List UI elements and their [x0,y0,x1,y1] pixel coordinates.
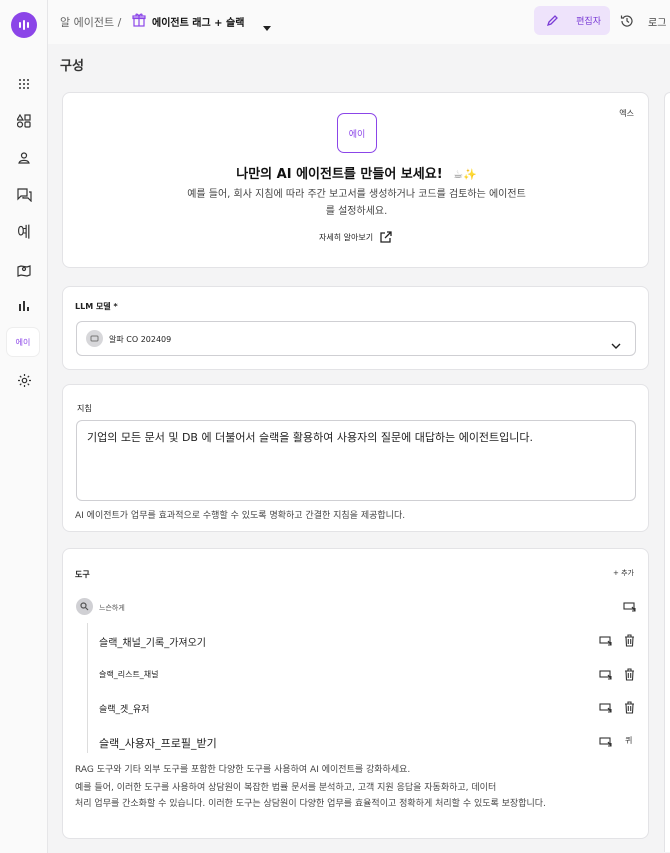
intro-card: 엑스 에이 나만의 AI 에이전트를 만들어 보세요! ☕✨ 예를 들어, 회사… [62,92,649,268]
agent-avatar[interactable]: 에이 [337,113,377,153]
shapes-icon[interactable] [12,109,36,133]
top-bar: 알 에이전트 / 에이전트 래그 + 슬랙 편집자 로그 [48,0,670,44]
intro-corner-action[interactable]: 엑스 [619,108,634,119]
tools-footer-line2: 예를 들어, 이러한 도구를 사용하여 상담원이 복잡한 법률 문서를 분석하고… [75,783,497,793]
sidebar-item-example[interactable]: 예 [12,219,36,243]
instructions-label: 지침 [77,404,92,413]
breadcrumb-root[interactable]: 알 에이전트 / [60,14,121,30]
logo-icon [19,20,29,30]
editor-button-label: 편집자 [576,17,601,27]
tools-label: 도구 [75,570,90,579]
llm-model-card: LLM 모델 * 알파 CO 202409 [62,286,649,370]
tools-footer-line1: RAG 도구와 기타 외부 도구를 포함한 다양한 도구를 사용하여 AI 에이… [75,765,411,775]
instructions-textarea[interactable]: 기업의 모든 문서 및 DB 에 더불어서 슬랙을 활용하여 사용자의 질문에 … [76,420,636,501]
tool-group-name[interactable]: 느슨하게 [99,603,125,613]
side-panel-edge [664,92,670,852]
instructions-card: 지침 기업의 모든 문서 및 DB 에 더불어서 슬랙을 활용하여 사용자의 질… [62,384,649,532]
llm-model-select[interactable]: 알파 CO 202409 [76,321,636,356]
tool-edit-icon[interactable] [599,701,613,715]
add-tool-button[interactable]: + 추가 [613,568,634,578]
tool-edit-icon[interactable] [599,634,613,648]
page-title: 구성 [60,59,84,74]
history-icon[interactable] [620,13,634,32]
teapot-sparkle-icon: ☕✨ [453,168,477,181]
sidebar-item-agent[interactable]: 에이 [7,328,39,356]
intro-heading-text: 나만의 AI 에이전트를 만들어 보세요! [236,167,443,182]
trash-icon[interactable] [622,667,636,681]
tool-edit-icon[interactable] [599,668,613,682]
tool-item[interactable]: 슬랙_리스트_채널 [99,669,159,680]
tool-item[interactable]: 슬랙_사용자_프로필_받기 [99,735,217,751]
intro-heading: 나만의 AI 에이전트를 만들어 보세요! ☕✨ [63,163,650,182]
external-link-icon [380,231,392,243]
map-pin-icon[interactable] [12,258,36,282]
editor-button[interactable]: 편집자 [534,6,610,35]
instructions-helper: AI 에이전트가 업무를 효과적으로 수행할 수 있도록 명확하고 간결한 지침… [75,511,406,521]
pencil-icon [546,14,559,30]
apps-grid-icon[interactable] [12,72,36,96]
learn-more-label: 자세히 알아보기 [319,233,374,242]
intro-desc-line2: 를 설정하세요. [325,206,388,217]
tool-item[interactable]: 슬랙_채널_기록_가져오기 [99,634,206,649]
tree-line [87,623,88,753]
breadcrumb-current[interactable]: 에이전트 래그 + 슬랙 [152,14,244,29]
chevron-down-icon[interactable] [263,17,271,36]
log-link[interactable]: 로그 [648,14,666,29]
learn-more-link[interactable]: 자세히 알아보기 [319,231,392,244]
chevron-down-icon [611,335,621,354]
tool-item[interactable]: 슬랙_겟_유저 [99,702,149,715]
gift-icon [132,12,146,31]
tools-footer-line3: 처리 업무를 간소화할 수 있습니다. 이러한 도구는 상담원이 다양한 업무를… [75,799,546,809]
wrench-search-icon [76,598,93,615]
group-action-icon[interactable] [623,600,637,614]
model-icon [86,330,103,347]
user-icon[interactable] [12,146,36,170]
app-logo[interactable] [11,12,37,38]
settings-gear-icon[interactable] [12,368,36,392]
llm-model-value: 알파 CO 202409 [109,335,172,344]
trash-icon[interactable] [622,633,636,647]
intro-desc-line1: 예를 들어, 회사 지침에 따라 주간 보고서를 생성하거나 코드를 검토하는 … [187,189,526,200]
tool-remove-action[interactable]: 퀴 [625,735,632,746]
intro-description: 예를 들어, 회사 지침에 따라 주간 보고서를 생성하거나 코드를 검토하는 … [63,186,650,220]
bar-chart-icon[interactable] [12,294,36,318]
sidebar: 예 에이 [0,0,48,853]
chat-icon[interactable] [12,183,36,207]
tools-card: 도구 + 추가 느슨하게 슬랙_채널_기록_가져오기 슬랙_리스트_채널 슬랙_… [62,548,649,839]
trash-icon[interactable] [622,700,636,714]
llm-model-label: LLM 모델 * [75,302,118,311]
tool-edit-icon[interactable] [599,735,613,749]
